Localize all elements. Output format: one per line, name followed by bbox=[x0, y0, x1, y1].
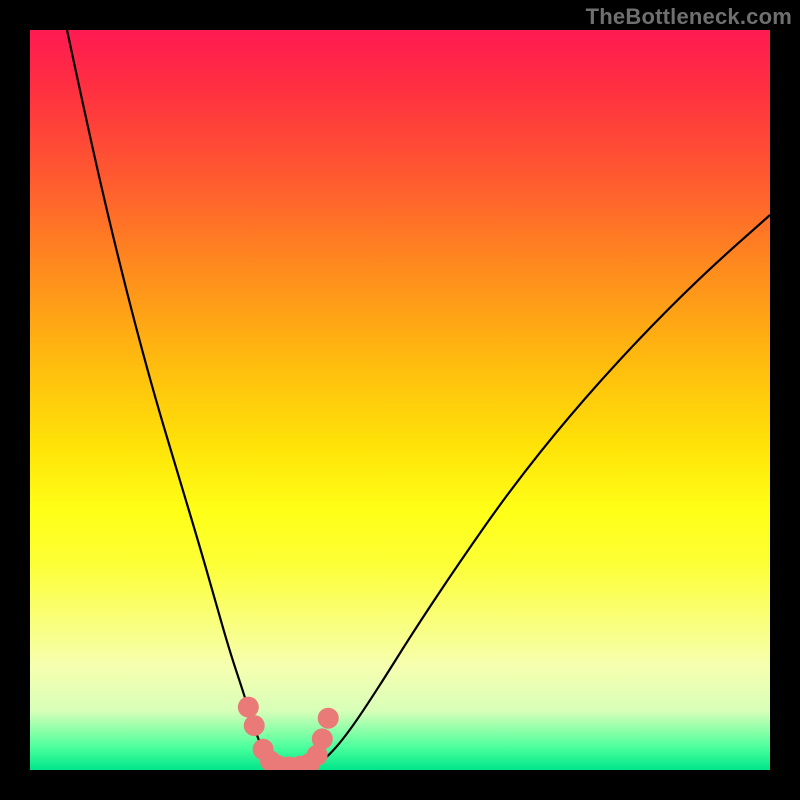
marker-group bbox=[238, 697, 339, 770]
marker-point bbox=[312, 728, 333, 749]
marker-point bbox=[238, 697, 259, 718]
watermark-text: TheBottleneck.com bbox=[586, 4, 792, 30]
curve-right bbox=[311, 215, 770, 770]
chart-svg bbox=[30, 30, 770, 770]
marker-point bbox=[318, 708, 339, 729]
marker-point bbox=[244, 715, 265, 736]
curve-left bbox=[67, 30, 274, 770]
plot-area bbox=[30, 30, 770, 770]
chart-frame: TheBottleneck.com bbox=[0, 0, 800, 800]
